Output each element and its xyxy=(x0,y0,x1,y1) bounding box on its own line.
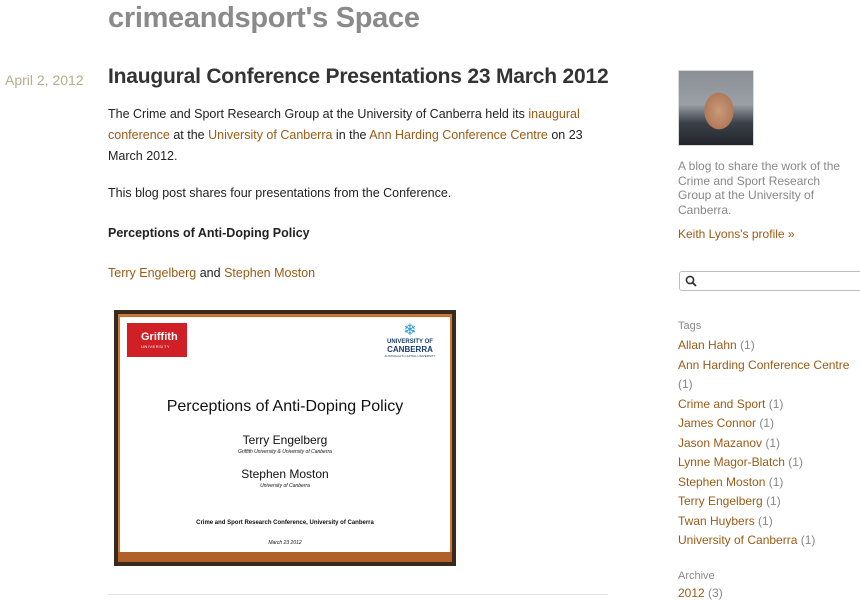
slide-conference-line: Crime and Sport Research Conference, Uni… xyxy=(196,520,374,526)
tag-item: Terry Engelberg (1) xyxy=(678,492,858,512)
intro-text-1: The Crime and Sport Research Group at th… xyxy=(108,107,529,121)
tag-item: Crime and Sport (1) xyxy=(678,395,858,415)
post-date: April 2, 2012 xyxy=(5,72,84,88)
tag-item: Jason Mazanov (1) xyxy=(678,434,858,454)
archive-year-link[interactable]: 2012 xyxy=(678,586,705,600)
tag-item: Allan Hahn (1) xyxy=(678,336,858,356)
tag-link[interactable]: Allan Hahn xyxy=(678,338,737,352)
post-divider xyxy=(108,594,608,601)
slide-affiliation-1: Griffith University & University of Canb… xyxy=(238,449,332,455)
tag-link[interactable]: Ann Harding Conference Centre xyxy=(678,358,849,372)
tag-link[interactable]: James Connor xyxy=(678,416,756,430)
slide-canvas: Griffith UNIVERSITY ❄ UNIVERSITY OF CANB… xyxy=(118,314,452,562)
profile-description: A blog to share the work of the Crime an… xyxy=(678,159,841,217)
authors-and: and xyxy=(196,266,225,280)
link-terry-engelberg[interactable]: Terry Engelberg xyxy=(108,266,196,280)
snowflake-icon: ❄ xyxy=(403,322,417,339)
tag-link[interactable]: Jason Mazanov xyxy=(678,436,762,450)
post-body: The Crime and Sport Research Group at th… xyxy=(108,104,608,280)
tag-count: (1) xyxy=(765,435,781,450)
intro-text-3: in the xyxy=(332,128,370,142)
tag-link[interactable]: Terry Engelberg xyxy=(678,494,763,508)
presentation-slide-embed[interactable]: Griffith UNIVERSITY ❄ UNIVERSITY OF CANB… xyxy=(114,310,456,566)
griffith-logo-sub: UNIVERSITY xyxy=(141,344,171,349)
griffith-logo-text: Griffith xyxy=(141,331,178,343)
tag-count: (1) xyxy=(740,338,755,352)
griffith-university-logo: Griffith UNIVERSITY xyxy=(127,323,187,357)
tag-item: Twan Huybers (1) xyxy=(678,512,858,532)
slide-bottom-bar xyxy=(118,552,452,562)
tag-link[interactable]: Crime and Sport xyxy=(678,397,765,411)
slide-presenter-2: Stephen Moston xyxy=(241,467,329,481)
tag-link[interactable]: Lynne Magor-Blatch xyxy=(678,455,785,469)
link-ann-harding-centre[interactable]: Ann Harding Conference Centre xyxy=(369,128,548,142)
tag-item: Lynne Magor-Blatch (1) xyxy=(678,453,858,473)
slide-title: Perceptions of Anti-Doping Policy xyxy=(166,398,404,415)
profile-avatar[interactable] xyxy=(678,70,754,146)
post-authors: Terry Engelberg and Stephen Moston xyxy=(108,266,315,280)
post-title[interactable]: Inaugural Conference Presentations 23 Ma… xyxy=(108,65,609,89)
tag-item: Stephen Moston (1) xyxy=(678,473,858,493)
link-university-of-canberra[interactable]: University of Canberra xyxy=(208,128,332,142)
archive-item-2012[interactable]: 2012 (3) xyxy=(678,586,723,600)
tag-count: (1) xyxy=(800,533,816,547)
archive-year-count: (3) xyxy=(708,586,723,600)
slide-date: March 23 2012 xyxy=(268,540,302,546)
tag-item: Ann Harding Conference Centre (1) xyxy=(678,356,858,395)
tag-item: James Connor (1) xyxy=(678,414,858,434)
intro-text-2: at the xyxy=(169,128,209,142)
tag-count: (1) xyxy=(766,494,781,508)
uc-logo-line2: CANBERRA xyxy=(387,345,433,354)
slide-presenter-1: Terry Engelberg xyxy=(242,433,328,447)
archive-heading: Archive xyxy=(678,570,715,582)
tag-count: (1) xyxy=(758,513,773,528)
slide-affiliation-2: University of Canberra xyxy=(260,483,310,489)
slide-page: Griffith UNIVERSITY ❄ UNIVERSITY OF CANB… xyxy=(122,318,448,552)
link-stephen-moston[interactable]: Stephen Moston xyxy=(224,266,315,280)
tag-count: (1) xyxy=(768,474,784,489)
tag-list: Allan Hahn (1) Ann Harding Conference Cen… xyxy=(678,336,858,551)
search-input[interactable] xyxy=(679,271,860,291)
tag-count: (1) xyxy=(788,455,803,469)
university-of-canberra-logo: ❄ UNIVERSITY OF CANBERRA AUSTRALIA'S CAP… xyxy=(380,322,440,359)
tags-heading: Tags xyxy=(678,320,702,332)
search-icon xyxy=(685,275,697,287)
uc-logo-line3: AUSTRALIA'S CAPITAL UNIVERSITY xyxy=(384,354,436,358)
post-paragraph-intro: The Crime and Sport Research Group at th… xyxy=(108,104,608,167)
tag-link[interactable]: Stephen Moston xyxy=(678,475,765,489)
post-subheading: Perceptions of Anti-Doping Policy xyxy=(108,226,310,240)
tag-link[interactable]: University of Canberra xyxy=(678,533,797,547)
post-paragraph-shares: This blog post shares four presentations… xyxy=(108,186,452,200)
profile-link[interactable]: Keith Lyons's profile » xyxy=(678,227,795,241)
tag-count: (1) xyxy=(759,416,775,430)
tag-link[interactable]: Twan Huybers xyxy=(678,514,755,528)
tag-item: University of Canberra (1) xyxy=(678,531,858,551)
tag-count: (1) xyxy=(678,377,693,391)
tag-count: (1) xyxy=(768,396,784,411)
blog-title[interactable]: crimeandsport's Space xyxy=(108,2,420,35)
